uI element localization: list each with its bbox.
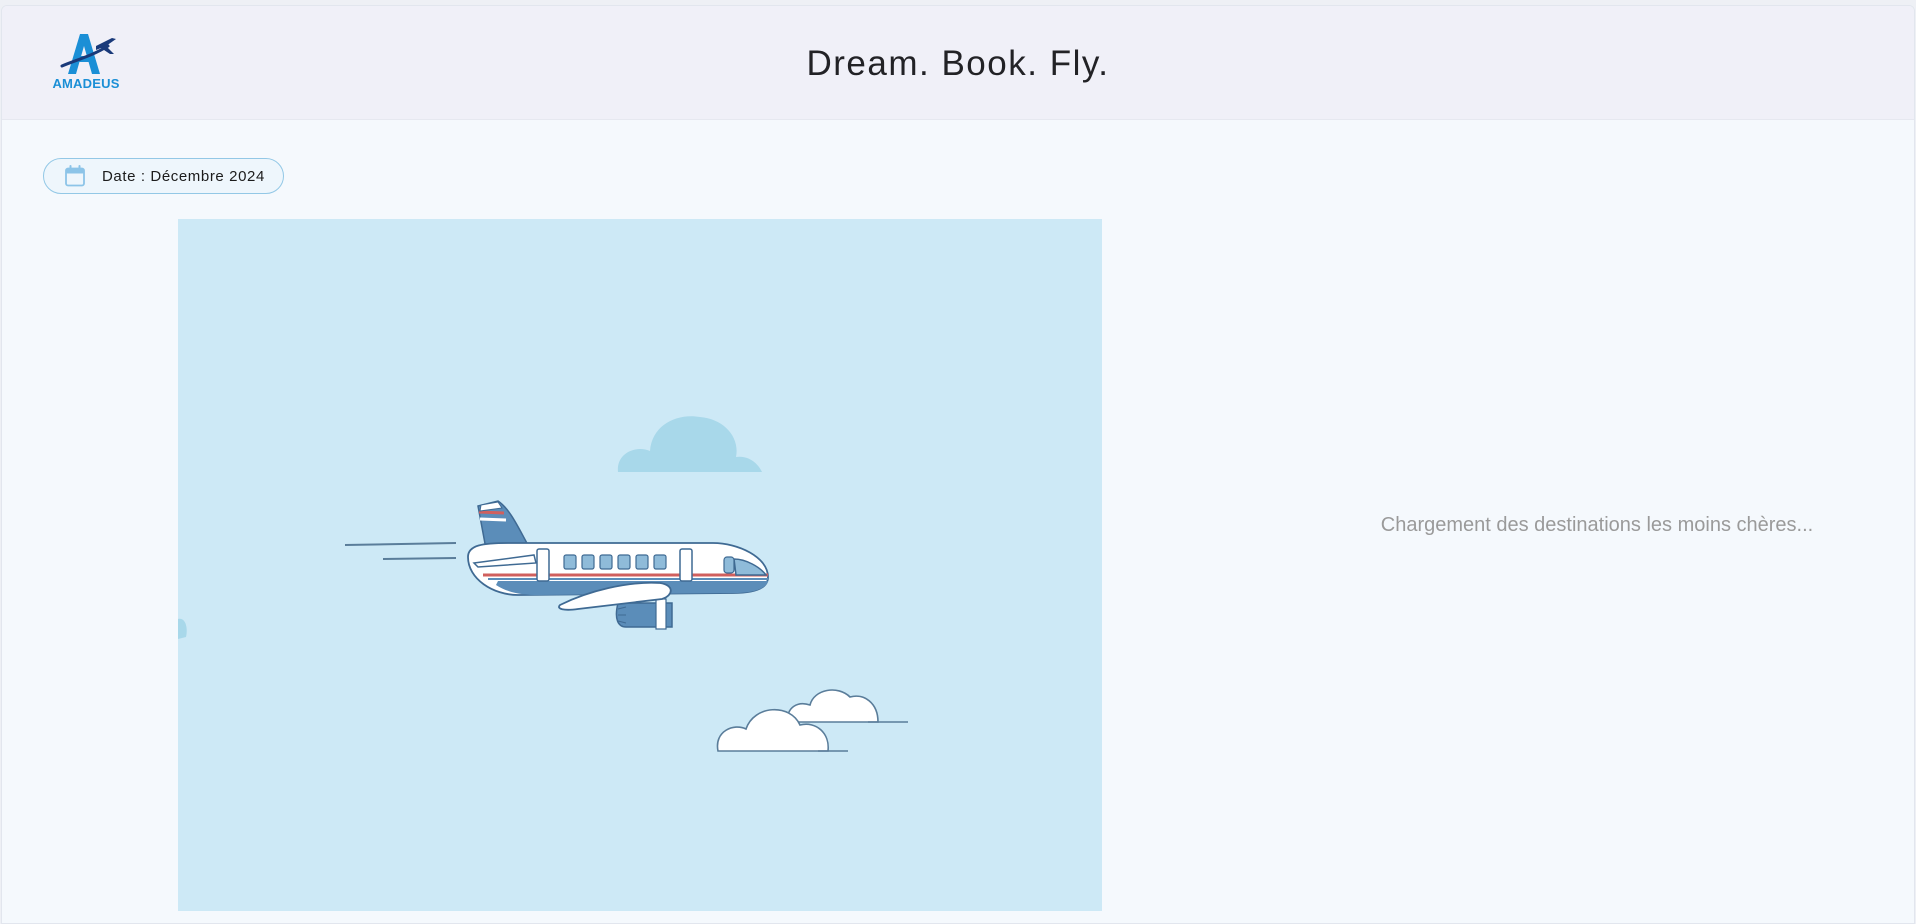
header: AMADEUS Dream. Book. Fly.: [2, 6, 1914, 120]
airplane-icon: [467, 500, 769, 630]
clouds-icon: [716, 689, 879, 752]
date-filter-chip[interactable]: Date : Décembre 2024: [43, 158, 284, 194]
page-title: Dream. Book. Fly.: [806, 44, 1110, 83]
app-window: AMADEUS Dream. Book. Fly. Date : Décembr…: [1, 5, 1915, 924]
airplane-illustration: [178, 219, 1102, 911]
calendar-icon: [65, 165, 85, 187]
loading-status: Chargement des destinations les moins ch…: [1380, 514, 1814, 536]
cloud-icon: [617, 416, 762, 472]
date-chip-label: Date : Décembre 2024: [102, 167, 265, 185]
